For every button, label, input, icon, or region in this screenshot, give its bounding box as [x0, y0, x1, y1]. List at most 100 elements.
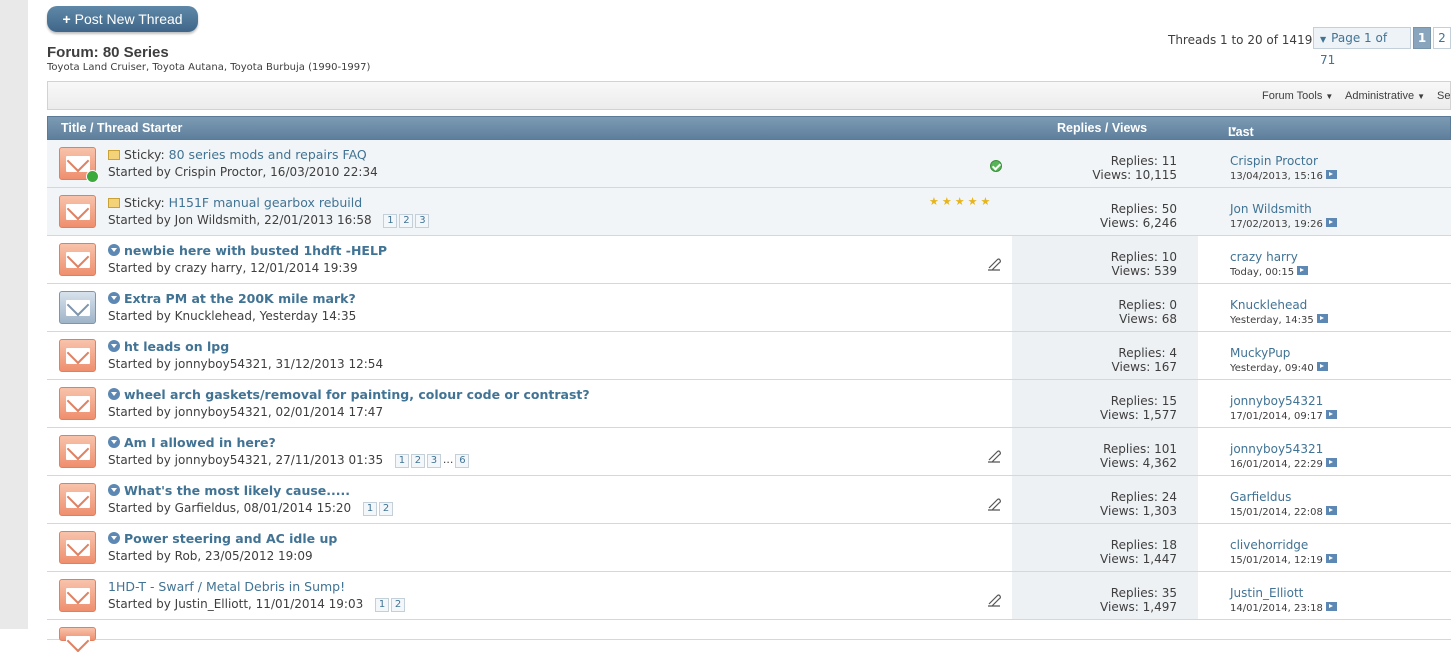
administrative-menu[interactable]: Administrative ▼ — [1345, 90, 1425, 102]
page-link[interactable]: 2 — [1433, 27, 1451, 49]
last-post-date: Yesterday, 09:40 — [1230, 362, 1328, 374]
thread-page-link[interactable]: 3 — [426, 454, 441, 468]
thread-status-icon[interactable] — [59, 435, 96, 468]
views-count: Views: 167 — [1111, 360, 1178, 374]
forum-content: + Post New Thread Forum: 80 Series Toyota… — [47, 0, 1451, 652]
thread-title-line: Power steering and AC idle up — [108, 531, 337, 546]
last-post-date: 15/01/2014, 22:08 — [1230, 506, 1337, 518]
last-post-date-text: 13/04/2013, 15:16 — [1230, 171, 1323, 182]
go-to-first-new-post-icon[interactable] — [108, 532, 120, 544]
last-post-user[interactable]: Knucklehead — [1230, 298, 1307, 312]
go-to-last-post-icon[interactable] — [1325, 458, 1337, 467]
column-title[interactable]: Title / Thread Starter — [61, 121, 182, 135]
thread-starter-line: Started by Justin_Elliott, 11/01/2014 19… — [108, 597, 406, 612]
thread-list-header: Title / Thread Starter Replies / Views L… — [47, 116, 1451, 167]
forum-tools-menu[interactable]: Forum Tools ▼ — [1262, 90, 1333, 102]
views-count: Views: 1,447 — [1100, 552, 1177, 566]
last-post-user[interactable]: MuckyPup — [1230, 346, 1290, 360]
thread-title-line: Sticky: 80 series mods and repairs FAQ — [108, 147, 367, 162]
sort-arrow-icon: ▼ — [1230, 125, 1238, 134]
thread-page-link[interactable]: 1 — [375, 598, 390, 612]
thread-status-icon[interactable] — [59, 243, 96, 276]
go-to-last-post-icon[interactable] — [1325, 410, 1337, 419]
thread-title-link[interactable]: Am I allowed in here? — [124, 435, 276, 450]
left-gutter — [0, 0, 28, 629]
administrative-label: Administrative — [1345, 90, 1415, 102]
thread-page-link[interactable]: 1 — [363, 502, 378, 516]
thread-status-icon[interactable] — [59, 147, 99, 183]
thread-page-link[interactable]: 1 — [383, 214, 398, 228]
thread-status-icon[interactable] — [59, 579, 96, 612]
thread-page-link[interactable]: 2 — [379, 502, 394, 516]
thread-page-link[interactable]: 6 — [455, 454, 470, 468]
views-count: Views: 6,246 — [1100, 216, 1177, 230]
thread-status-icon[interactable] — [59, 387, 96, 420]
go-to-last-post-icon[interactable] — [1325, 554, 1337, 563]
thread-list: Title / Thread Starter Replies / Views L… — [47, 116, 1451, 652]
last-post-date: 17/01/2014, 09:17 — [1230, 410, 1337, 422]
go-to-first-new-post-icon[interactable] — [108, 244, 120, 256]
go-to-first-new-post-icon[interactable] — [108, 388, 120, 400]
go-to-last-post-icon[interactable] — [1325, 170, 1337, 179]
thread-starter: Started by Jon Wildsmith, 22/01/2013 16:… — [108, 213, 372, 227]
thread-count: Threads 1 to 20 of 1419 — [1168, 33, 1313, 47]
views-count: Views: 68 — [1119, 312, 1177, 326]
column-replies-views[interactable]: Replies / Views — [1057, 121, 1147, 135]
thread-starter-line: Started by Jon Wildsmith, 22/01/2013 16:… — [108, 213, 430, 228]
go-to-last-post-icon[interactable] — [1325, 218, 1337, 227]
thread-title-link[interactable]: What's the most likely cause..... — [124, 483, 350, 498]
replies-count: Replies: 35 — [1110, 586, 1177, 600]
go-to-first-new-post-icon[interactable] — [108, 340, 120, 352]
thread-status-icon[interactable] — [59, 483, 96, 516]
thread-page-link[interactable]: 3 — [415, 214, 430, 228]
last-post-date-text: Yesterday, 09:40 — [1230, 363, 1314, 374]
last-post-user[interactable]: clivehorridge — [1230, 538, 1308, 552]
post-new-thread-button[interactable]: + Post New Thread — [47, 6, 198, 32]
thread-page-link[interactable]: 1 — [394, 454, 409, 468]
thread-title-link[interactable]: newbie here with busted 1hdft -HELP — [124, 243, 387, 258]
go-to-last-post-icon[interactable] — [1316, 362, 1328, 371]
thread-status-icon[interactable] — [59, 291, 96, 324]
last-post-user[interactable]: jonnyboy54321 — [1230, 442, 1323, 456]
last-post-date: 14/01/2014, 23:18 — [1230, 602, 1337, 614]
search-menu[interactable]: Sea — [1437, 90, 1451, 102]
go-to-last-post-icon[interactable] — [1297, 266, 1309, 275]
thread-starter: Started by crazy harry, 12/01/2014 19:39 — [108, 261, 358, 275]
thread-title-link[interactable]: 1HD-T - Swarf / Metal Debris in Sump! — [108, 579, 345, 594]
thread-title-link[interactable]: 80 series mods and repairs FAQ — [169, 147, 367, 162]
go-to-last-post-icon[interactable] — [1316, 314, 1328, 323]
thread-page-link[interactable]: 2 — [399, 214, 414, 228]
thread-page-link[interactable]: 2 — [410, 454, 425, 468]
last-post-user[interactable]: Garfieldus — [1230, 490, 1291, 504]
views-count: Views: 4,362 — [1100, 456, 1177, 470]
thread-status-icon[interactable] — [59, 531, 96, 564]
attachment-icon — [988, 498, 1001, 511]
attachment-icon — [988, 450, 1001, 463]
go-to-last-post-icon[interactable] — [1325, 602, 1337, 611]
last-post-user[interactable]: Jon Wildsmith — [1230, 202, 1312, 216]
page-link-current[interactable]: 1 — [1413, 27, 1431, 49]
thread-title-link[interactable]: Power steering and AC idle up — [124, 531, 337, 546]
replies-count: Replies: 10 — [1110, 250, 1177, 264]
thread-status-icon[interactable] — [59, 339, 96, 372]
last-post-date-text: 15/01/2014, 22:08 — [1230, 507, 1323, 518]
thread-page-link[interactable]: 2 — [391, 598, 406, 612]
go-to-first-new-post-icon[interactable] — [108, 436, 120, 448]
last-post-user[interactable]: jonnyboy54321 — [1230, 394, 1323, 408]
thread-title-line: 1HD-T - Swarf / Metal Debris in Sump! — [108, 579, 345, 594]
page-jump-dropdown[interactable]: ▼ Page 1 of 71 — [1313, 27, 1411, 67]
thread-status-icon[interactable] — [59, 627, 96, 652]
thread-status-icon[interactable] — [59, 195, 96, 228]
replies-count: Replies: 11 — [1110, 154, 1177, 168]
go-to-first-new-post-icon[interactable] — [108, 292, 120, 304]
last-post-user[interactable]: Justin_Elliott — [1230, 586, 1303, 600]
thread-title-link[interactable]: H151F manual gearbox rebuild — [169, 195, 363, 210]
thread-title-link[interactable]: wheel arch gaskets/removal for painting,… — [124, 387, 590, 402]
go-to-last-post-icon[interactable] — [1325, 506, 1337, 515]
last-post-user[interactable]: crazy harry — [1230, 250, 1298, 264]
thread-title-link[interactable]: ht leads on lpg — [124, 339, 229, 354]
go-to-first-new-post-icon[interactable] — [108, 484, 120, 496]
last-post-user[interactable]: Crispin Proctor — [1230, 154, 1318, 168]
thread-title-link[interactable]: Extra PM at the 200K mile mark? — [124, 291, 356, 306]
last-post-date-text: Yesterday, 14:35 — [1230, 315, 1314, 326]
